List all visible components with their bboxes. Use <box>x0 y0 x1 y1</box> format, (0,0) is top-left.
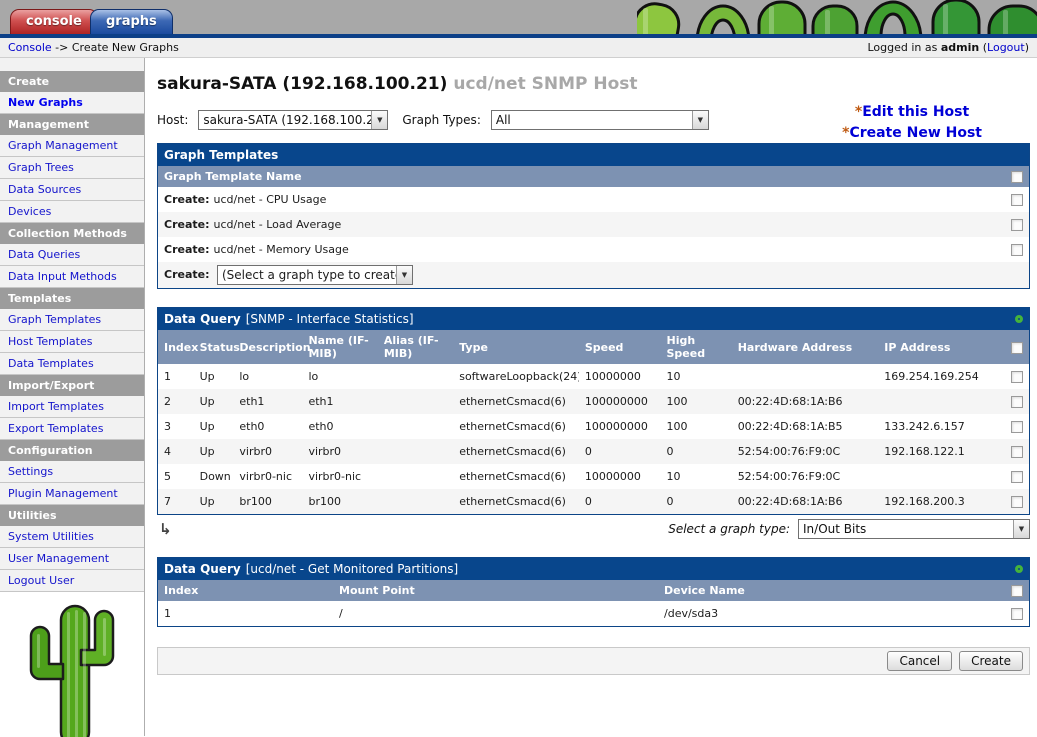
table-row: 1Up lolo softwareLoopback(24) 1000000010… <box>158 364 1029 389</box>
reload-query-icon[interactable] <box>1015 315 1023 323</box>
interface-query-header: Data Query [SNMP - Interface Statistics] <box>158 308 1029 330</box>
sidebar-header-utilities: Utilities <box>0 505 144 526</box>
table-row: Create: (Select a graph type to create) … <box>158 262 1029 288</box>
chevron-down-icon: ▼ <box>692 111 708 129</box>
sidebar-item-settings[interactable]: Settings <box>0 461 144 483</box>
row-checkbox[interactable] <box>1011 496 1023 508</box>
row-checkbox[interactable] <box>1011 219 1023 231</box>
session-info: Logged in as admin (Logout) <box>867 41 1029 54</box>
cancel-button[interactable]: Cancel <box>887 651 952 671</box>
sidebar-item-graph-templates[interactable]: Graph Templates <box>0 309 144 331</box>
sidebar-item-export-templates[interactable]: Export Templates <box>0 418 144 440</box>
interface-query-section: Data Query [SNMP - Interface Statistics]… <box>157 307 1030 515</box>
sidebar-header-import-export: Import/Export <box>0 375 144 396</box>
sidebar-item-user-management[interactable]: User Management <box>0 548 144 570</box>
sidebar: Create New Graphs Management Graph Manag… <box>0 58 145 736</box>
sidebar-item-logout-user[interactable]: Logout User <box>0 570 144 592</box>
table-row: Create:ucd/net - Load Average <box>158 212 1029 237</box>
row-checkbox[interactable] <box>1011 396 1023 408</box>
chevron-down-icon: ▼ <box>396 266 412 284</box>
cactus-logo <box>17 602 127 737</box>
edit-host-link[interactable]: Edit this Host <box>862 104 969 120</box>
graph-types-label: Graph Types: <box>402 113 480 127</box>
graph-templates-header: Graph Templates <box>158 144 1029 166</box>
session-prefix: Logged in as <box>867 41 940 54</box>
sidebar-item-system-utilities[interactable]: System Utilities <box>0 526 144 548</box>
select-all-checkbox[interactable] <box>1011 171 1023 183</box>
action-bar: Cancel Create <box>157 647 1030 675</box>
branch-arrow-icon: ↳ <box>159 520 172 538</box>
host-template-subtitle: ucd/net SNMP Host <box>453 74 637 94</box>
logout-link[interactable]: Logout <box>987 41 1025 54</box>
table-row: 4Up virbr0virbr0 ethernetCsmacd(6) 00 52… <box>158 439 1029 464</box>
table-row: 3Up eth0eth0 ethernetCsmacd(6) 100000000… <box>158 414 1029 439</box>
table-row: 5Down virbr0-nicvirbr0-nic ethernetCsmac… <box>158 464 1029 489</box>
column-graph-template-name: Graph Template Name <box>158 166 1003 187</box>
sidebar-header-create: Create <box>0 71 144 92</box>
sidebar-item-new-graphs[interactable]: New Graphs <box>0 92 144 114</box>
graph-types-select[interactable]: All ▼ <box>491 110 709 130</box>
sidebar-header-collection-methods: Collection Methods <box>0 223 144 244</box>
sidebar-item-graph-management[interactable]: Graph Management <box>0 135 144 157</box>
sidebar-header-configuration: Configuration <box>0 440 144 461</box>
graph-type-create-select[interactable]: (Select a graph type to create) ▼ <box>217 265 413 285</box>
sidebar-item-data-queries[interactable]: Data Queries <box>0 244 144 266</box>
tab-console[interactable]: console <box>10 9 98 34</box>
sidebar-item-data-templates[interactable]: Data Templates <box>0 353 144 375</box>
host-links: *Edit this Host *Create New Host <box>842 102 982 144</box>
select-all-checkbox[interactable] <box>1011 342 1023 354</box>
sidebar-item-plugin-management[interactable]: Plugin Management <box>0 483 144 505</box>
sidebar-header-templates: Templates <box>0 288 144 309</box>
create-host-link[interactable]: Create New Host <box>849 125 982 141</box>
graph-type-select[interactable]: In/Out Bits ▼ <box>798 519 1030 539</box>
breadcrumb-rest: -> Create New Graphs <box>55 41 179 54</box>
sidebar-item-devices[interactable]: Devices <box>0 201 144 223</box>
partition-query-section: Data Query [ucd/net - Get Monitored Part… <box>157 557 1030 627</box>
tab-graphs[interactable]: graphs <box>90 9 173 34</box>
create-button[interactable]: Create <box>959 651 1023 671</box>
table-row: 2Up eth1eth1 ethernetCsmacd(6) 100000000… <box>158 389 1029 414</box>
host-title: sakura-SATA (192.168.100.21) <box>157 74 447 94</box>
graph-templates-section: Graph Templates Graph Template Name Crea… <box>157 143 1030 289</box>
select-all-checkbox[interactable] <box>1011 585 1023 597</box>
chevron-down-icon: ▼ <box>1013 520 1029 538</box>
row-checkbox[interactable] <box>1011 421 1023 433</box>
table-row: 7Up br100br100 ethernetCsmacd(6) 00 00:2… <box>158 489 1029 514</box>
sidebar-header-management: Management <box>0 114 144 135</box>
breadcrumb: Console -> Create New Graphs <box>8 41 179 54</box>
session-user: admin <box>941 41 979 54</box>
row-checkbox[interactable] <box>1011 446 1023 458</box>
breadcrumb-console-link[interactable]: Console <box>8 41 52 54</box>
table-row: Create:ucd/net - CPU Usage <box>158 187 1029 212</box>
select-graph-type-label: Select a graph type: <box>668 522 790 536</box>
sidebar-item-import-templates[interactable]: Import Templates <box>0 396 144 418</box>
sidebar-item-host-templates[interactable]: Host Templates <box>0 331 144 353</box>
chevron-down-icon: ▼ <box>371 111 387 129</box>
top-banner: console graphs <box>0 0 1037 34</box>
partition-query-header: Data Query [ucd/net - Get Monitored Part… <box>158 558 1029 580</box>
host-label: Host: <box>157 113 188 127</box>
sidebar-item-data-sources[interactable]: Data Sources <box>0 179 144 201</box>
main-content: *Edit this Host *Create New Host sakura-… <box>145 58 1037 736</box>
table-row: Create:ucd/net - Memory Usage <box>158 237 1029 262</box>
cacti-logo-banner <box>637 0 1037 34</box>
reload-query-icon[interactable] <box>1015 565 1023 573</box>
row-checkbox[interactable] <box>1011 371 1023 383</box>
graph-type-row: ↳ Select a graph type: In/Out Bits ▼ <box>157 519 1030 539</box>
row-checkbox[interactable] <box>1011 471 1023 483</box>
sidebar-item-data-input-methods[interactable]: Data Input Methods <box>0 266 144 288</box>
sidebar-item-graph-trees[interactable]: Graph Trees <box>0 157 144 179</box>
breadcrumb-bar: Console -> Create New Graphs Logged in a… <box>0 38 1037 58</box>
host-select[interactable]: sakura-SATA (192.168.100.21) ▼ <box>198 110 388 130</box>
row-checkbox[interactable] <box>1011 244 1023 256</box>
page-title: sakura-SATA (192.168.100.21) ucd/net SNMP… <box>157 74 1030 94</box>
row-checkbox[interactable] <box>1011 608 1023 620</box>
row-checkbox[interactable] <box>1011 194 1023 206</box>
table-row: 1 / /dev/sda3 <box>158 601 1029 626</box>
